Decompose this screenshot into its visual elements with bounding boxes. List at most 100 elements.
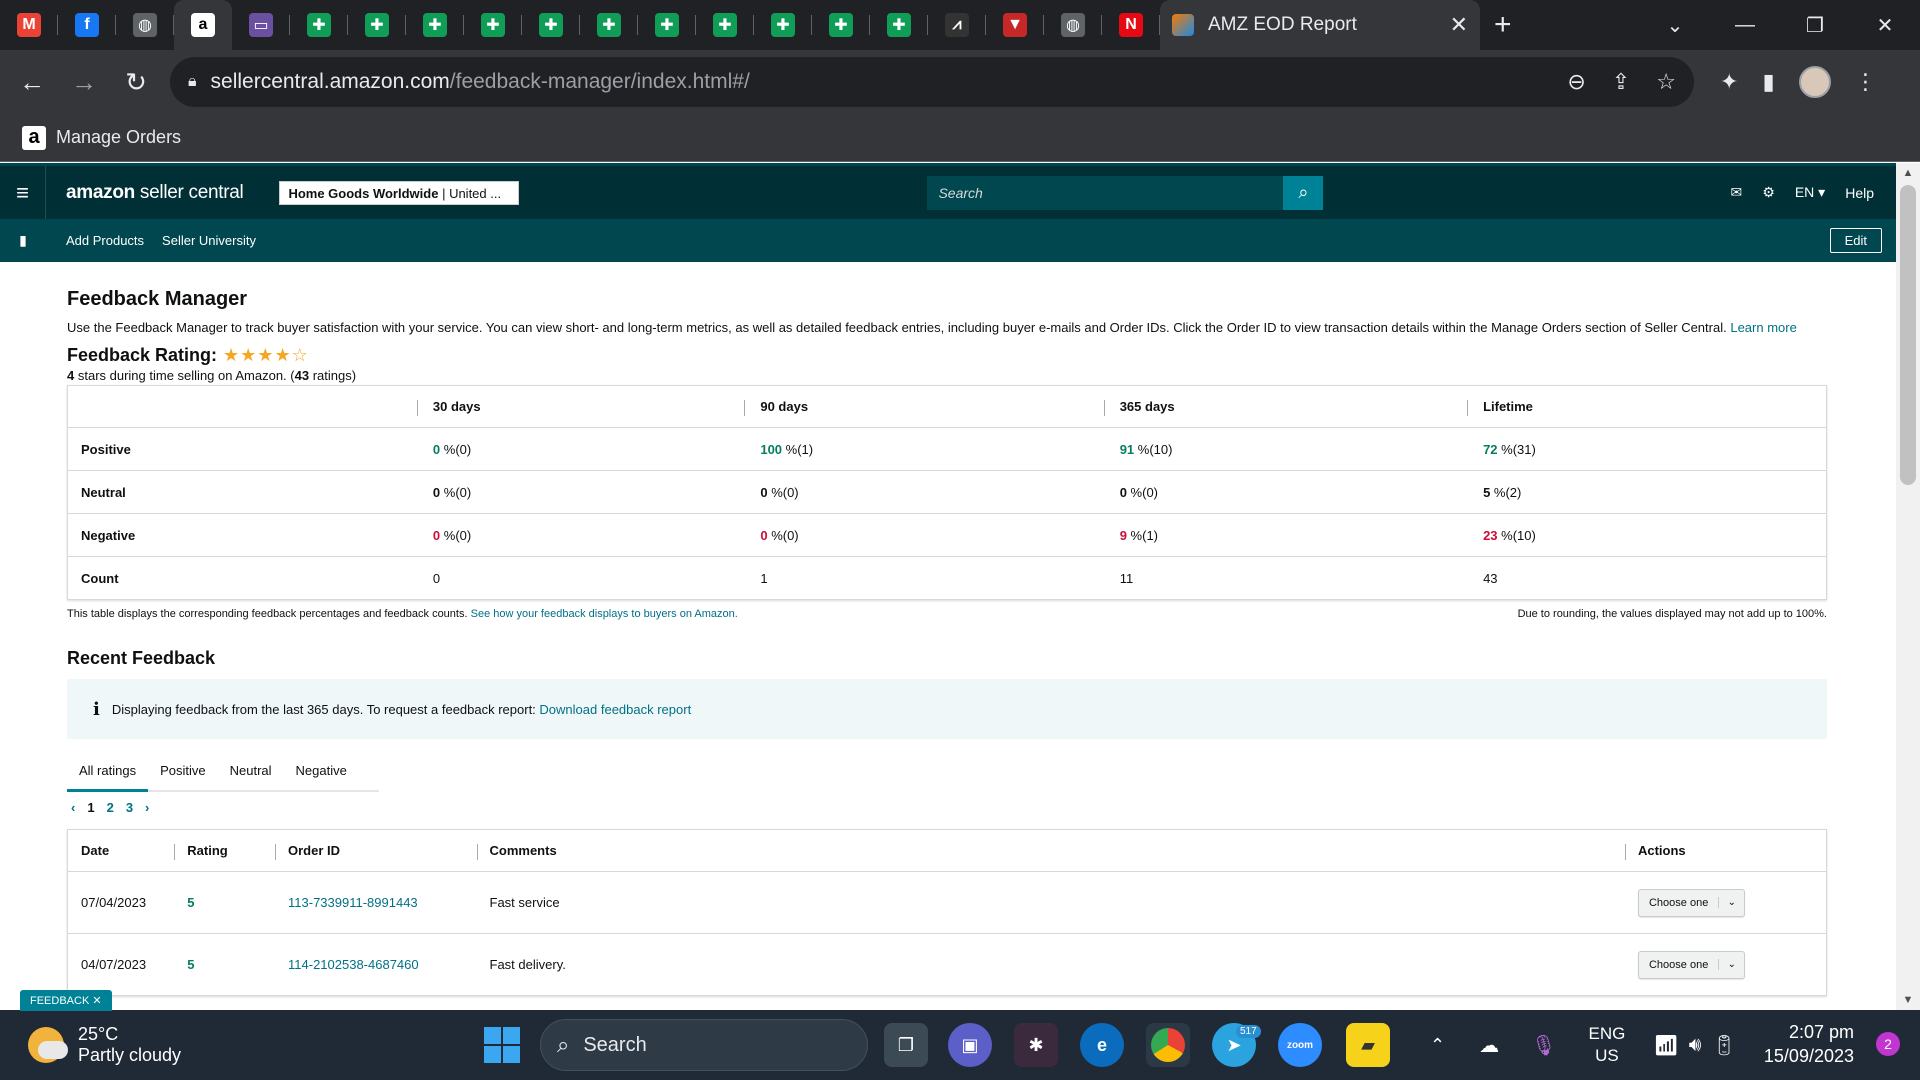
actions-dropdown[interactable]: Choose one ⌄ bbox=[1637, 950, 1746, 979]
chrome-icon[interactable] bbox=[1146, 1023, 1190, 1067]
scroll-down-icon[interactable]: ▼ bbox=[1896, 994, 1920, 1006]
slack-icon[interactable]: ✱ bbox=[1014, 1023, 1058, 1067]
reload-icon[interactable]: ↻ bbox=[116, 62, 156, 102]
browser-tab[interactable]: ▼ bbox=[986, 0, 1044, 50]
close-window-icon[interactable]: ✕ bbox=[1850, 13, 1920, 38]
url-text[interactable]: sellercentral.amazon.com/feedback-manage… bbox=[211, 70, 1542, 94]
notification-badge[interactable]: 2 bbox=[1876, 1032, 1900, 1056]
bookmark-icon[interactable]: ▮ bbox=[0, 232, 46, 249]
actions-dropdown[interactable]: Choose one ⌄ bbox=[1637, 888, 1746, 917]
feedback-rating: 5 bbox=[174, 933, 276, 996]
taskbar-search[interactable]: ⌕ Search bbox=[540, 1019, 868, 1071]
wifi-icon[interactable]: 📶︎ bbox=[1653, 1033, 1678, 1058]
mail-icon[interactable]: ✉ bbox=[1731, 184, 1743, 201]
sticky-notes-icon[interactable]: ▰ bbox=[1346, 1023, 1390, 1067]
feedback-rating: 5 bbox=[174, 871, 276, 934]
cloud-icon[interactable]: ☁ bbox=[1479, 1033, 1499, 1058]
browser-tab[interactable]: ✚ bbox=[812, 0, 870, 50]
volume-icon[interactable]: 🔊︎ bbox=[1689, 1034, 1702, 1057]
scroll-up-icon[interactable]: ▲ bbox=[1896, 167, 1920, 179]
nav-add-products[interactable]: Add Products bbox=[66, 233, 144, 248]
page-link[interactable]: 2 bbox=[107, 800, 114, 815]
back-icon[interactable]: ← bbox=[12, 62, 52, 102]
language-selector[interactable]: EN ▾ bbox=[1795, 184, 1825, 201]
store-selector[interactable]: Home Goods Worldwide | United ... bbox=[279, 180, 520, 205]
seller-central-header: ≡ amazon seller central Home Goods World… bbox=[0, 163, 1896, 219]
browser-tab[interactable]: ⩘ bbox=[928, 0, 986, 50]
active-tab[interactable]: AMZ EOD Report ✕ bbox=[1160, 0, 1480, 50]
lock-icon[interactable]: 🔒︎ bbox=[188, 73, 197, 91]
tab-negative[interactable]: Negative bbox=[284, 753, 359, 790]
buyer-display-link[interactable]: See how your feedback displays to buyers… bbox=[471, 608, 738, 620]
tab-neutral[interactable]: Neutral bbox=[218, 753, 284, 790]
weather-widget[interactable]: 25°C Partly cloudy bbox=[28, 1024, 181, 1066]
edge-icon[interactable]: e bbox=[1080, 1023, 1124, 1067]
edit-nav-button[interactable]: Edit bbox=[1829, 228, 1882, 253]
taskbar-clock[interactable]: 2:07 pm 15/09/2023 bbox=[1764, 1020, 1854, 1068]
browser-tab[interactable]: ✚ bbox=[870, 0, 928, 50]
new-tab-button[interactable]: + bbox=[1494, 8, 1512, 42]
browser-tab[interactable]: ✚ bbox=[696, 0, 754, 50]
microphone-icon[interactable]: 🎙︎ bbox=[1531, 1033, 1556, 1058]
browser-tab[interactable]: ✚ bbox=[580, 0, 638, 50]
browser-tab[interactable]: ▭ bbox=[232, 0, 290, 50]
minimize-icon[interactable]: — bbox=[1710, 14, 1780, 37]
browser-tab[interactable]: ✚ bbox=[522, 0, 580, 50]
next-page-icon[interactable]: › bbox=[145, 800, 149, 815]
omnibox[interactable]: 🔒︎ sellercentral.amazon.com/feedback-man… bbox=[170, 57, 1694, 107]
search-icon[interactable]: ⌕ bbox=[1283, 175, 1324, 210]
browser-tab[interactable]: ◍ bbox=[116, 0, 174, 50]
page-link[interactable]: 3 bbox=[126, 800, 133, 815]
browser-tab[interactable]: ✚ bbox=[464, 0, 522, 50]
download-report-link[interactable]: Download feedback report bbox=[539, 702, 691, 717]
gear-icon[interactable]: ⚙ bbox=[1762, 184, 1775, 201]
bookmark-star-icon[interactable]: ☆ bbox=[1656, 69, 1676, 95]
browser-tab[interactable]: ✚ bbox=[754, 0, 812, 50]
profile-avatar[interactable] bbox=[1798, 66, 1831, 98]
share-icon[interactable]: ⇪ bbox=[1612, 69, 1630, 95]
browser-tab[interactable]: ✚ bbox=[406, 0, 464, 50]
prev-page-icon[interactable]: ‹ bbox=[71, 800, 75, 815]
browser-tab[interactable]: N bbox=[1102, 0, 1160, 50]
tab-positive[interactable]: Positive bbox=[148, 753, 218, 790]
nav-seller-university[interactable]: Seller University bbox=[162, 233, 256, 248]
task-view-icon[interactable]: ❐ bbox=[884, 1023, 928, 1067]
side-panel-icon[interactable]: ▮ bbox=[1762, 69, 1774, 95]
order-id-link[interactable]: 113-7339911-8991443 bbox=[288, 895, 418, 910]
menu-icon[interactable]: ⋮ bbox=[1855, 69, 1877, 95]
page-link[interactable]: 1 bbox=[87, 800, 94, 815]
forward-icon[interactable]: → bbox=[64, 62, 104, 102]
seller-central-logo[interactable]: amazon seller central bbox=[66, 182, 244, 204]
zoom-icon[interactable]: ⊖ bbox=[1567, 69, 1585, 95]
browser-tab[interactable]: f bbox=[58, 0, 116, 50]
browser-tab[interactable]: a bbox=[174, 0, 232, 50]
search-icon: ⌕ bbox=[557, 1032, 570, 1057]
battery-icon[interactable]: 🔋︎ bbox=[1711, 1033, 1736, 1058]
feedback-widget-button[interactable]: FEEDBACK ✕ bbox=[20, 990, 112, 1011]
learn-more-link[interactable]: Learn more bbox=[1730, 320, 1796, 335]
restore-icon[interactable]: ❐ bbox=[1780, 13, 1850, 38]
search-input[interactable]: Search bbox=[927, 175, 1284, 210]
order-id-link[interactable]: 114-2102538-4687460 bbox=[288, 957, 419, 972]
scroll-thumb[interactable] bbox=[1900, 185, 1916, 485]
hamburger-menu-icon[interactable]: ≡ bbox=[0, 166, 46, 219]
browser-tab[interactable]: ✚ bbox=[290, 0, 348, 50]
teams-icon[interactable]: ▣ bbox=[948, 1023, 992, 1067]
start-button[interactable] bbox=[484, 1027, 520, 1063]
browser-tab[interactable]: M bbox=[0, 0, 58, 50]
close-tab-icon[interactable]: ✕ bbox=[1450, 12, 1468, 38]
tab-all-ratings[interactable]: All ratings bbox=[67, 753, 149, 792]
language-indicator[interactable]: ENG US bbox=[1588, 1023, 1625, 1067]
extensions-icon[interactable]: ✦ bbox=[1720, 69, 1738, 95]
tab-search-icon[interactable]: ⌄ bbox=[1640, 13, 1710, 38]
tray-overflow-icon[interactable]: ⌃ bbox=[1430, 1035, 1445, 1056]
help-link[interactable]: Help bbox=[1845, 185, 1874, 201]
feedback-col-header: Comments bbox=[476, 829, 1625, 872]
page-scrollbar[interactable]: ▲ ▼ bbox=[1896, 163, 1920, 1010]
browser-tab[interactable]: ✚ bbox=[638, 0, 696, 50]
zoom-icon[interactable]: zoom bbox=[1278, 1023, 1322, 1067]
browser-tab[interactable]: ✚ bbox=[348, 0, 406, 50]
bookmark-manage-orders[interactable]: Manage Orders bbox=[56, 127, 181, 148]
browser-tab[interactable]: ◍ bbox=[1044, 0, 1102, 50]
amazon-icon: a bbox=[191, 13, 215, 37]
